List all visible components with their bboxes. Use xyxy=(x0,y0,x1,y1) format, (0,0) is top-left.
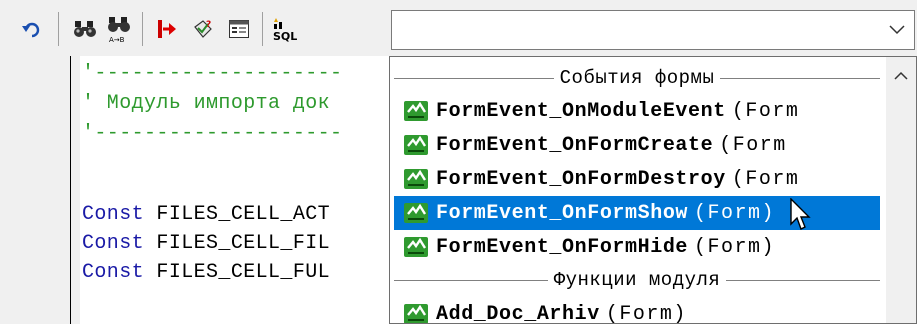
goto-icon xyxy=(158,20,176,38)
dropdown-item[interactable]: FormEvent_OnFormCreate (Form xyxy=(394,128,880,162)
find-button[interactable] xyxy=(68,12,102,46)
code-line: ' Модуль импорта док xyxy=(82,92,331,115)
svg-text:A→B: A→B xyxy=(109,36,125,43)
undo-icon xyxy=(22,22,40,38)
syntax-check-button[interactable]: ? xyxy=(186,12,220,46)
divider xyxy=(394,77,554,79)
chevron-down-icon xyxy=(889,25,905,35)
code-text: FILES_CELL_FUL xyxy=(144,261,331,284)
divider xyxy=(726,279,881,281)
divider xyxy=(394,279,548,281)
dropdown-item[interactable]: FormEvent_OnFormDestroy (Form xyxy=(394,162,880,196)
procedure-combo-input[interactable] xyxy=(392,11,880,49)
item-name: Add_Doc_Arhiv xyxy=(436,302,600,324)
form-view-button[interactable] xyxy=(222,12,256,46)
find-replace-icon: A→B xyxy=(108,17,130,43)
item-name: FormEvent_OnFormShow xyxy=(436,201,689,225)
dropdown-item[interactable]: FormEvent_OnModuleEvent (Form xyxy=(394,94,880,128)
code-line: Const FILES_CELL_FUL xyxy=(82,259,330,287)
item-param: (Form) xyxy=(605,302,687,324)
scroll-up-button[interactable] xyxy=(886,63,916,87)
toolbar-separator xyxy=(142,12,143,46)
dropdown-scrollbar[interactable] xyxy=(886,57,916,323)
svg-text:?: ? xyxy=(206,20,211,30)
code-line: '-------------------- xyxy=(82,122,343,145)
item-param: (Form xyxy=(731,167,800,191)
item-param: (Form xyxy=(719,133,787,157)
goto-button[interactable] xyxy=(150,12,184,46)
sql-icon: SQL xyxy=(273,18,297,42)
item-name: FormEvent_OnModuleEvent xyxy=(436,99,726,123)
toolbar-separator xyxy=(262,12,263,46)
toolbar-separator xyxy=(58,12,59,46)
find-icon xyxy=(74,21,96,37)
code-line: '-------------------- xyxy=(82,62,343,85)
sql-button[interactable]: SQL xyxy=(268,12,308,46)
event-handler-icon xyxy=(404,237,428,257)
dropdown-item[interactable]: FormEvent_OnFormHide (Form) xyxy=(394,230,880,264)
item-name: FormEvent_OnFormDestroy xyxy=(436,167,726,191)
form-view-icon xyxy=(229,20,249,38)
combo-dropdown-button[interactable] xyxy=(880,11,914,49)
item-param: (Form) xyxy=(694,235,776,259)
event-handler-icon xyxy=(404,203,428,223)
sql-label: SQL xyxy=(273,30,297,42)
function-icon xyxy=(404,304,428,323)
undo-button[interactable] xyxy=(14,12,48,46)
syntax-check-icon: ? xyxy=(194,20,212,38)
find-replace-button[interactable]: A→B xyxy=(102,12,136,46)
toolbar: A→B ? SQL xyxy=(0,0,917,56)
code-line: Const FILES_CELL_ACT xyxy=(82,201,330,229)
item-param: (Form) xyxy=(694,201,776,225)
group-header: События формы xyxy=(394,63,881,93)
code-text: FILES_CELL_FIL xyxy=(144,232,331,255)
group-header-label: События формы xyxy=(559,67,715,89)
group-header: Функции модуля xyxy=(394,265,881,295)
group-header-label: Функции модуля xyxy=(553,269,721,291)
event-handler-icon xyxy=(404,169,428,189)
keyword-const: Const xyxy=(82,261,145,284)
dropdown-item[interactable]: Add_Doc_Arhiv (Form) xyxy=(394,297,880,324)
procedure-dropdown-list[interactable]: События формы FormEvent_OnModuleEvent (Fo… xyxy=(389,56,917,324)
event-handler-icon xyxy=(404,101,428,121)
divider xyxy=(720,77,881,79)
procedure-combo[interactable] xyxy=(391,10,915,50)
code-line: Const FILES_CELL_FIL xyxy=(82,230,330,258)
mouse-cursor-icon xyxy=(790,198,811,230)
chevron-up-icon xyxy=(894,71,908,80)
gutter-border xyxy=(70,56,71,324)
keyword-const: Const xyxy=(82,203,145,226)
item-name: FormEvent_OnFormHide xyxy=(436,235,689,259)
code-text: FILES_CELL_ACT xyxy=(144,203,331,226)
keyword-const: Const xyxy=(82,232,145,255)
event-handler-icon xyxy=(404,135,428,155)
item-param: (Form xyxy=(731,99,800,123)
item-name: FormEvent_OnFormCreate xyxy=(436,133,714,157)
